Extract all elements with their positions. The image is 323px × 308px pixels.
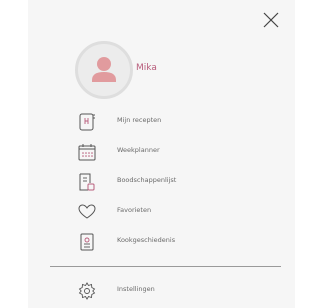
avatar[interactable]	[75, 41, 133, 99]
close-button[interactable]	[260, 9, 282, 31]
user-icon	[92, 57, 116, 82]
shopping-list-icon	[79, 173, 95, 191]
menu-divider	[50, 266, 281, 267]
menu-item-label: Favorieten	[117, 206, 152, 214]
heart-icon	[78, 204, 96, 219]
calendar-icon	[78, 144, 96, 161]
menu-item-kookgeschiedenis[interactable]: Kookgeschiedenis	[76, 230, 276, 254]
menu-item-boodschappenlijst[interactable]: Boodschappenlijst	[76, 170, 276, 194]
side-menu-panel: Mika Mijn recepten Weekplanner Boodschap…	[28, 0, 295, 308]
menu-item-label: Weekplanner	[117, 146, 160, 154]
menu-item-weekplanner[interactable]: Weekplanner	[76, 140, 276, 164]
menu-item-mijn-recepten[interactable]: Mijn recepten	[76, 110, 276, 134]
close-icon	[263, 12, 279, 28]
user-name[interactable]: Mika	[136, 63, 157, 73]
menu-item-label: Mijn recepten	[117, 116, 162, 124]
gear-icon	[78, 282, 96, 300]
history-icon	[80, 233, 94, 251]
menu-item-label: Boodschappenlijst	[117, 176, 177, 184]
menu-item-instellingen[interactable]: Instellingen	[76, 279, 276, 303]
menu-item-label: Kookgeschiedenis	[117, 236, 176, 244]
menu-item-label: Instellingen	[117, 285, 155, 293]
recipe-book-icon	[79, 113, 95, 131]
menu-item-favorieten[interactable]: Favorieten	[76, 200, 276, 224]
